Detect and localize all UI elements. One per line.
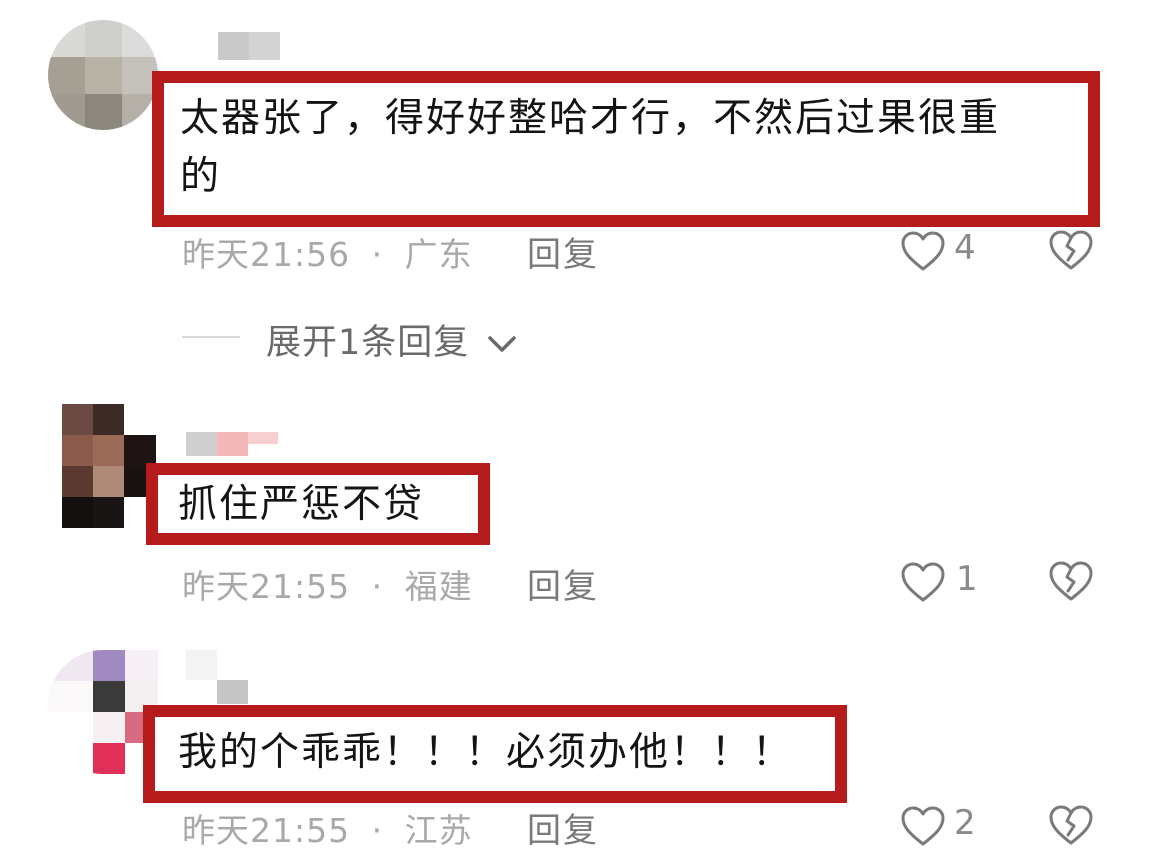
- dislike-button[interactable]: [1048, 228, 1094, 272]
- expand-replies-label: 展开1条回复: [266, 323, 470, 363]
- comment-text-line: 的: [180, 154, 222, 199]
- comment-text-line: 太器张了，得好好整哈才行，不然后过果很重: [180, 96, 1001, 141]
- reply-button[interactable]: 回复: [527, 227, 599, 276]
- dislike-button[interactable]: [1048, 559, 1094, 603]
- like-button[interactable]: [900, 805, 946, 847]
- comment-location: 福建: [404, 567, 473, 606]
- comment-text: 抓住严惩不贷: [178, 482, 425, 527]
- comment-meta: 昨天21:56 · 广东: [182, 228, 473, 276]
- reply-button[interactable]: 回复: [527, 559, 599, 608]
- comment-meta: 昨天21:55 · 福建: [182, 560, 473, 608]
- username-blurred[interactable]: [186, 650, 248, 704]
- chevron-down-icon: [488, 336, 517, 352]
- heart-outline-icon: [901, 806, 945, 846]
- meta-separator: ·: [371, 567, 384, 606]
- comment-location: 江苏: [404, 811, 473, 850]
- like-count: 4: [954, 228, 976, 268]
- expand-divider: [182, 336, 240, 338]
- avatar[interactable]: [62, 404, 156, 528]
- like-count: 1: [956, 559, 978, 599]
- username-blurred[interactable]: [218, 32, 280, 62]
- comment-time: 昨天21:55: [182, 567, 351, 606]
- heart-outline-icon: [901, 562, 945, 602]
- like-button[interactable]: [900, 230, 946, 272]
- like-count: 2: [954, 803, 976, 843]
- expand-replies-button[interactable]: 展开1条回复: [266, 314, 517, 365]
- comment-text: 我的个乖乖！！！必须办他！！！: [178, 730, 794, 775]
- comment-meta: 昨天21:55 · 江苏: [182, 804, 473, 852]
- broken-heart-icon: [1049, 805, 1093, 845]
- meta-separator: ·: [371, 235, 384, 274]
- broken-heart-icon: [1049, 561, 1093, 601]
- avatar[interactable]: [48, 650, 158, 774]
- comment-location: 广东: [404, 235, 473, 274]
- heart-outline-icon: [901, 231, 945, 271]
- comment-time: 昨天21:55: [182, 811, 351, 850]
- dislike-button[interactable]: [1048, 803, 1094, 847]
- meta-separator: ·: [371, 811, 384, 850]
- username-blurred[interactable]: [186, 432, 278, 462]
- like-button[interactable]: [900, 561, 946, 603]
- comment-time: 昨天21:56: [182, 235, 351, 274]
- reply-button[interactable]: 回复: [527, 803, 599, 852]
- comment-text: 太器张了，得好好整哈才行，不然后过果很重 的: [180, 90, 1090, 206]
- broken-heart-icon: [1049, 230, 1093, 270]
- avatar[interactable]: [48, 20, 158, 130]
